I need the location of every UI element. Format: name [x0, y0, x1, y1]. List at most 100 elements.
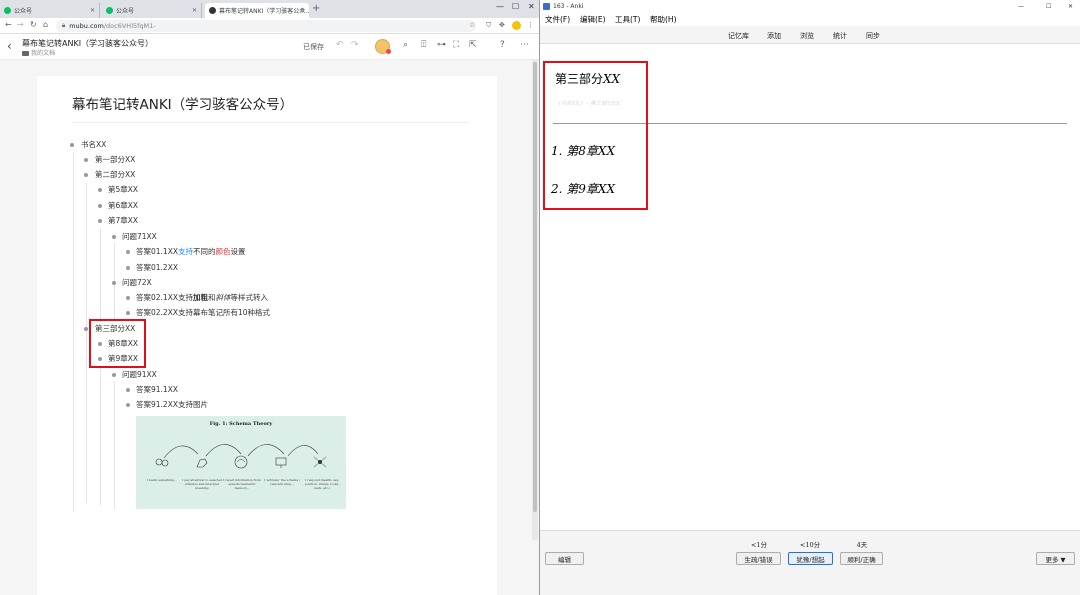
bullet[interactable]	[112, 235, 116, 239]
reload-icon[interactable]: ↻	[30, 20, 37, 29]
maximize-icon[interactable]: ☐	[1046, 3, 1051, 10]
bullet[interactable]	[112, 281, 116, 285]
home-icon[interactable]: ⌂	[43, 20, 48, 29]
bullet[interactable]	[84, 173, 88, 177]
open-external-icon[interactable]: ⇱	[469, 40, 477, 50]
toolbar-sync[interactable]: 同步	[866, 31, 880, 41]
close-icon[interactable]: ✕	[192, 7, 197, 14]
highlight-box	[543, 61, 648, 210]
toolbar-decks[interactable]: 记忆库	[728, 31, 749, 41]
outline-item-ch6[interactable]: 第6章XX	[108, 201, 138, 211]
good-button[interactable]: 顺利/正确	[840, 552, 883, 565]
breadcrumb-label: 我的文档	[31, 50, 56, 57]
profile-icon[interactable]	[512, 21, 521, 30]
puzzle-icon[interactable]: ✥	[499, 21, 505, 29]
back-icon[interactable]: ←	[5, 20, 12, 29]
mindmap-icon[interactable]: ⊶	[437, 40, 446, 50]
breadcrumb[interactable]: 我的文档	[22, 48, 55, 57]
bullet[interactable]	[98, 204, 102, 208]
outline-item-a022[interactable]: 答案02.2XX支持幕布笔记所有10种格式	[136, 308, 270, 318]
outline-item-book[interactable]: 书名XX	[81, 140, 106, 150]
more-button[interactable]: 更多 ▼	[1036, 552, 1075, 565]
close-icon[interactable]: ✕	[90, 7, 95, 14]
outline-item-q91[interactable]: 问题91XX	[122, 370, 157, 380]
bullet[interactable]	[126, 388, 130, 392]
help-icon[interactable]: ?	[500, 40, 505, 50]
mubu-header: ‹ 幕布笔记转ANKI（学习骇客公众号） 我的文档 已保存 ↶ ↷ ⌕ ⍐ ⊶ …	[0, 34, 539, 60]
redo-icon[interactable]: ↷	[351, 40, 359, 50]
outline-item-part2[interactable]: 第二部分XX	[95, 170, 135, 180]
bullet[interactable]	[126, 296, 130, 300]
menu-tools[interactable]: 工具(T)	[615, 14, 640, 25]
again-button[interactable]: 生疏/错误	[736, 552, 781, 565]
text-run-italic: 斜体	[215, 293, 231, 302]
highlight-box	[89, 319, 146, 368]
bullet[interactable]	[126, 403, 130, 407]
bullet[interactable]	[84, 327, 88, 331]
new-tab-icon[interactable]: +	[312, 3, 320, 14]
outline-item-part1[interactable]: 第一部分XX	[95, 155, 135, 165]
bullet[interactable]	[126, 311, 130, 315]
save-status: 已保存	[303, 43, 324, 51]
tab-wechat-1[interactable]: 公众号 ✕	[0, 3, 100, 18]
forward-icon[interactable]: →	[17, 20, 24, 29]
tab-title: 幕布笔记转ANKI（学习骇客公众...	[219, 8, 309, 15]
share-icon[interactable]: ⛶	[453, 40, 459, 50]
bullet[interactable]	[98, 188, 102, 192]
outline-item-q71[interactable]: 问题71XX	[122, 232, 157, 242]
tab-strip: 公众号 ✕ 公众号 ✕ 幕布笔记转ANKI（学习骇客公众... ✕ + — ☐ …	[0, 0, 539, 18]
indent-guide	[100, 366, 101, 506]
url-path: /doc6VHl5fqM1-	[103, 22, 156, 30]
edit-button[interactable]: 编辑	[545, 552, 584, 565]
bullet[interactable]	[126, 266, 130, 270]
back-arrow-icon[interactable]: ‹	[7, 39, 12, 53]
page-title[interactable]: 幕布笔记转ANKI（学习骇客公众号）	[72, 93, 293, 113]
menu-edit[interactable]: 编辑(E)	[580, 14, 606, 25]
close-icon[interactable]: ✕	[300, 7, 305, 14]
bullet[interactable]	[112, 373, 116, 377]
outline-item-a912[interactable]: 答案91.2XX支持图片	[136, 400, 208, 410]
figure-caption: I pay attention to selected stimulus and…	[182, 478, 222, 490]
indent-guide	[86, 183, 87, 503]
toolbar-add[interactable]: 添加	[767, 31, 781, 41]
toolbar-browse[interactable]: 浏览	[800, 31, 814, 41]
outline-item-q72[interactable]: 问题72X	[122, 278, 152, 288]
outline-item-a011[interactable]: 答案01.1XX支持不同的颜色设置	[136, 247, 245, 257]
extension-icon[interactable]: ⛉	[486, 21, 491, 30]
url-input[interactable]: 🔒︎ mubu.com/doc6VHl5fqM1-	[56, 20, 476, 32]
toolbar-stats[interactable]: 统计	[833, 31, 847, 41]
more-icon[interactable]: ⋯	[520, 40, 529, 50]
maximize-icon[interactable]: ☐	[512, 2, 519, 11]
menu-help[interactable]: 帮助(H)	[650, 14, 677, 25]
embedded-image[interactable]: Fig. 1: Schema Theory I learn something.…	[136, 416, 346, 509]
outline-item-ch5[interactable]: 第5章XX	[108, 185, 138, 195]
hard-button[interactable]: 犹豫/想起	[788, 552, 833, 565]
tab-title: 公众号	[14, 8, 33, 15]
outline-item-a021[interactable]: 答案02.1XX支持加粗和斜体等样式转入	[136, 293, 268, 303]
bullet[interactable]	[126, 250, 130, 254]
minimize-icon[interactable]: —	[496, 2, 504, 11]
outline-item-a012[interactable]: 答案01.2XX	[136, 263, 178, 273]
bullet[interactable]	[98, 219, 102, 223]
outline-item-a911[interactable]: 答案91.1XX	[136, 385, 178, 395]
avatar[interactable]	[375, 39, 391, 54]
close-window-icon[interactable]: ✕	[528, 2, 535, 11]
export-icon[interactable]: ⍐	[421, 40, 426, 50]
search-icon[interactable]: ⌕	[403, 40, 408, 50]
figure-title: Fig. 1: Schema Theory	[209, 421, 273, 427]
minimize-icon[interactable]: —	[1018, 3, 1024, 10]
star-icon[interactable]: ☆	[469, 21, 475, 29]
tab-wechat-2[interactable]: 公众号 ✕	[102, 3, 202, 18]
close-window-icon[interactable]: ✕	[1068, 3, 1073, 10]
menu-icon[interactable]: ⋮	[527, 21, 534, 29]
unicorn-icon	[196, 458, 208, 468]
menu-file[interactable]: 文件(F)	[545, 14, 570, 25]
title-bar: 163 - Anki — ☐ ✕	[540, 0, 1080, 12]
bullet[interactable]	[70, 143, 74, 147]
outline-item-ch7[interactable]: 第7章XX	[108, 216, 138, 226]
scrollbar-thumb[interactable]	[533, 62, 537, 512]
bullet[interactable]	[84, 158, 88, 162]
tab-mubu[interactable]: 幕布笔记转ANKI（学习骇客公众... ✕	[205, 3, 309, 18]
timing-good: 4天	[856, 541, 868, 549]
undo-icon[interactable]: ↶	[336, 40, 344, 50]
